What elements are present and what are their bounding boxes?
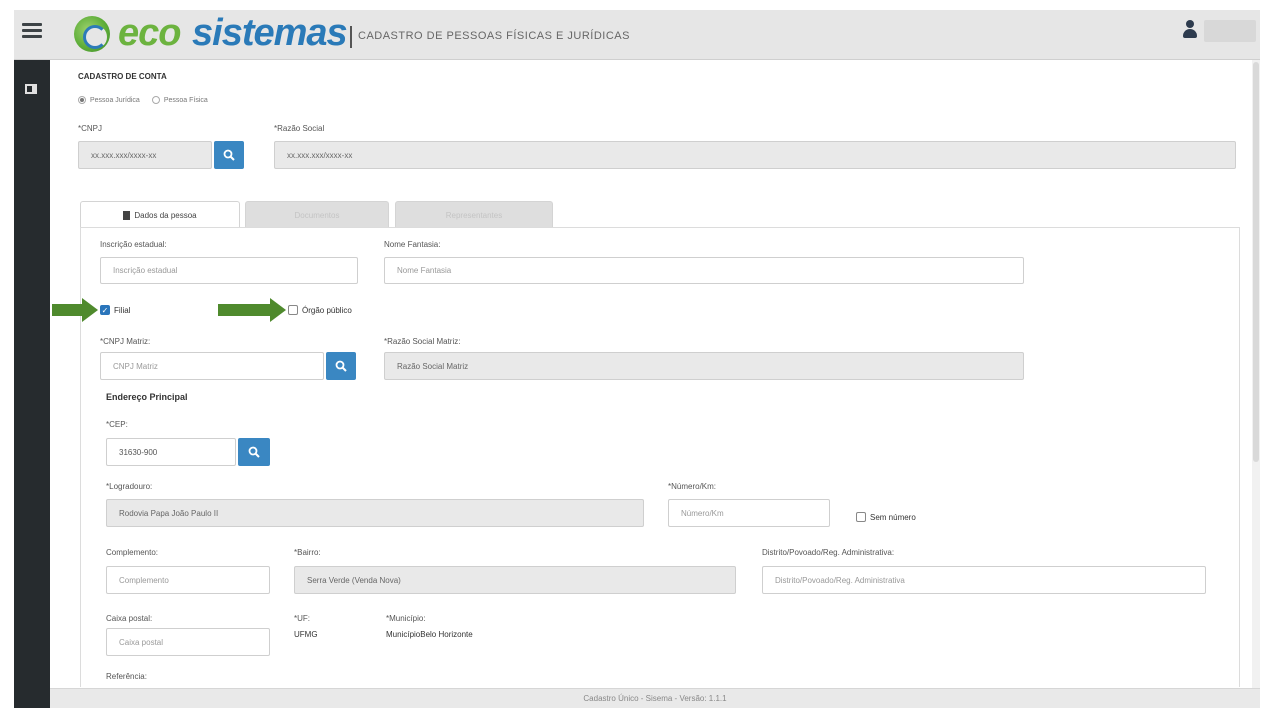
razao-social-label: *Razão Social	[274, 124, 325, 133]
cep-search-button[interactable]	[238, 438, 270, 466]
bairro-input[interactable]: Serra Verde (Venda Nova)	[294, 566, 736, 594]
inscricao-estadual-label: Inscrição estadual:	[100, 240, 167, 249]
bairro-label: *Bairro:	[294, 548, 321, 557]
logo-text-eco: eco	[118, 12, 181, 54]
filial-label: Filial	[114, 306, 131, 315]
tab-documentos-label: Documentos	[294, 210, 340, 220]
radio-pessoa-juridica-label: Pessoa Jurídica	[90, 96, 140, 104]
razao-matriz-input[interactable]: Razão Social Matriz	[384, 352, 1024, 380]
tab-dados-da-pessoa-label: Dados da pessoa	[134, 210, 197, 220]
cep-label: *CEP:	[106, 420, 128, 429]
tab-representantes-label: Representantes	[445, 210, 503, 220]
page-scrollbar-thumb[interactable]	[1253, 62, 1259, 462]
cnpj-label: *CNPJ	[78, 124, 103, 133]
cnpj-matriz-search-button[interactable]	[326, 352, 356, 380]
inscricao-estadual-input[interactable]: Inscrição estadual	[100, 257, 358, 284]
app-footer: Cadastro Único - Sisema - Versão: 1.1.1	[50, 688, 1260, 708]
endereco-section-title: Endereço Principal	[106, 392, 188, 402]
cnpj-matriz-input[interactable]: CNPJ Matriz	[100, 352, 324, 380]
municipio-value: MunicípioBelo Horizonte	[386, 630, 473, 639]
annotation-arrow-filial	[52, 298, 98, 322]
cnpj-search-button[interactable]	[214, 141, 244, 169]
caixa-postal-label: Caixa postal:	[106, 614, 153, 623]
search-icon	[248, 446, 260, 458]
complemento-label: Complemento:	[106, 548, 159, 557]
cep-input[interactable]: 31630-900	[106, 438, 236, 466]
distrito-label: Distrito/Povoado/Reg. Administrativa:	[762, 548, 895, 557]
orgao-publico-checkbox[interactable]	[288, 305, 298, 315]
distrito-input[interactable]: Distrito/Povoado/Reg. Administrativa	[762, 566, 1206, 594]
radio-pessoa-fisica[interactable]	[151, 96, 160, 104]
ecosistemas-logo-icon	[74, 16, 110, 52]
uf-value: UFMG	[294, 630, 318, 639]
search-icon	[335, 360, 347, 372]
orgao-publico-label: Órgão público	[302, 306, 352, 315]
tab-representantes[interactable]: Representantes	[395, 201, 553, 228]
user-name-box[interactable]	[1204, 20, 1256, 42]
radio-pessoa-juridica[interactable]	[78, 96, 86, 104]
tab-dados-da-pessoa[interactable]: Dados da pessoa	[80, 201, 240, 228]
filial-checkbox[interactable]: ✓	[100, 305, 110, 315]
razao-social-input[interactable]: xx.xxx.xxx/xxxx-xx	[274, 141, 1236, 169]
uf-label: *UF:	[294, 614, 310, 623]
tab-documentos[interactable]: Documentos	[245, 201, 389, 228]
cnpj-matriz-label: *CNPJ Matriz:	[100, 337, 151, 346]
header-subtitle: CADASTRO DE PESSOAS FÍSICAS E JURÍDICAS	[358, 30, 630, 42]
sem-numero-label: Sem número	[870, 513, 916, 522]
user-icon[interactable]	[1182, 20, 1198, 40]
person-type-radio-group: Pessoa Jurídica Pessoa Física	[78, 96, 208, 104]
referencia-label: Referência:	[106, 672, 147, 681]
municipio-label: *Município:	[386, 614, 426, 623]
caixa-postal-input[interactable]: Caixa postal	[106, 628, 270, 656]
numero-input[interactable]: Número/Km	[668, 499, 830, 527]
annotation-arrow-orgao	[218, 298, 286, 322]
document-icon	[123, 210, 131, 220]
numero-label: *Número/Km:	[668, 482, 717, 491]
razao-matriz-label: *Razão Social Matriz:	[384, 337, 461, 346]
hamburger-menu-icon[interactable]	[22, 20, 42, 42]
complemento-input[interactable]: Complemento	[106, 566, 270, 594]
sem-numero-checkbox[interactable]	[856, 512, 866, 522]
logradouro-input[interactable]: Rodovia Papa João Paulo II	[106, 499, 644, 527]
radio-pessoa-fisica-label: Pessoa Física	[163, 96, 208, 104]
sidebar-collapse-icon[interactable]	[25, 84, 37, 94]
nome-fantasia-input[interactable]: Nome Fantasia	[384, 257, 1024, 284]
account-section-title: CADASTRO DE CONTA	[78, 72, 167, 81]
logradouro-label: *Logradouro:	[106, 482, 153, 491]
sidebar	[14, 60, 50, 708]
footer-version-text: Cadastro Único - Sisema - Versão: 1.1.1	[583, 694, 727, 703]
logo-separator	[350, 26, 352, 48]
nome-fantasia-label: Nome Fantasia:	[384, 240, 441, 249]
search-icon	[223, 149, 235, 161]
logo-text-sistemas: sistemas	[192, 12, 348, 54]
cnpj-input[interactable]: xx.xxx.xxx/xxxx-xx	[78, 141, 212, 169]
app-header: eco sistemas CADASTRO DE PESSOAS FÍSICAS…	[14, 10, 1260, 60]
